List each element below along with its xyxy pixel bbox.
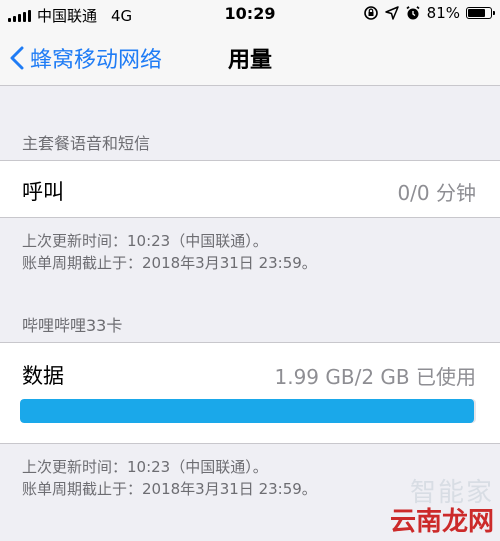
data-value: 1.99 GB/2 GB 已使用 xyxy=(274,365,476,389)
battery-percent: 81% xyxy=(426,4,460,22)
data-label: 数据 xyxy=(22,364,64,388)
plan-footer: 上次更新时间：10:23（中国联通）。 账单周期截止于：2018年3月31日 2… xyxy=(22,230,317,274)
plan-footer-update-time: 上次更新时间：10:23（中国联通）。 xyxy=(22,232,268,250)
data-usage-progress-fill xyxy=(20,399,474,423)
call-usage-row: 呼叫 0/0 分钟 xyxy=(0,160,500,218)
location-icon xyxy=(384,6,399,20)
call-label: 呼叫 xyxy=(22,180,64,204)
section-header-card: 哔哩哔哩33卡 xyxy=(22,316,123,335)
status-right: 81% xyxy=(363,4,495,22)
nav-bar: 蜂窝移动网络 用量 xyxy=(0,28,500,86)
card-footer: 上次更新时间：10:23（中国联通）。 账单周期截止于：2018年3月31日 2… xyxy=(22,456,317,500)
section-header-plan: 主套餐语音和短信 xyxy=(22,134,151,153)
page-title: 用量 xyxy=(227,48,272,73)
watermark: 智能家 云南龙网 xyxy=(390,479,494,537)
status-bar: 中国联通 4G 10:29 81% xyxy=(0,0,500,28)
call-value: 0/0 分钟 xyxy=(397,181,476,205)
data-usage-progress xyxy=(20,399,476,423)
card-footer-billing-cycle: 账单周期截止于：2018年3月31日 23:59。 xyxy=(22,480,317,498)
rotation-lock-icon xyxy=(363,6,378,20)
alarm-icon xyxy=(406,6,420,20)
watermark-light-text: 智能家 xyxy=(409,478,494,508)
plan-footer-billing-cycle: 账单周期截止于：2018年3月31日 23:59。 xyxy=(22,254,317,272)
watermark-brand-text: 云南龙网 xyxy=(389,507,494,537)
data-usage-row: 数据 1.99 GB/2 GB 已使用 xyxy=(0,342,500,444)
card-footer-update-time: 上次更新时间：10:23（中国联通）。 xyxy=(22,458,268,476)
battery-icon xyxy=(466,7,495,19)
